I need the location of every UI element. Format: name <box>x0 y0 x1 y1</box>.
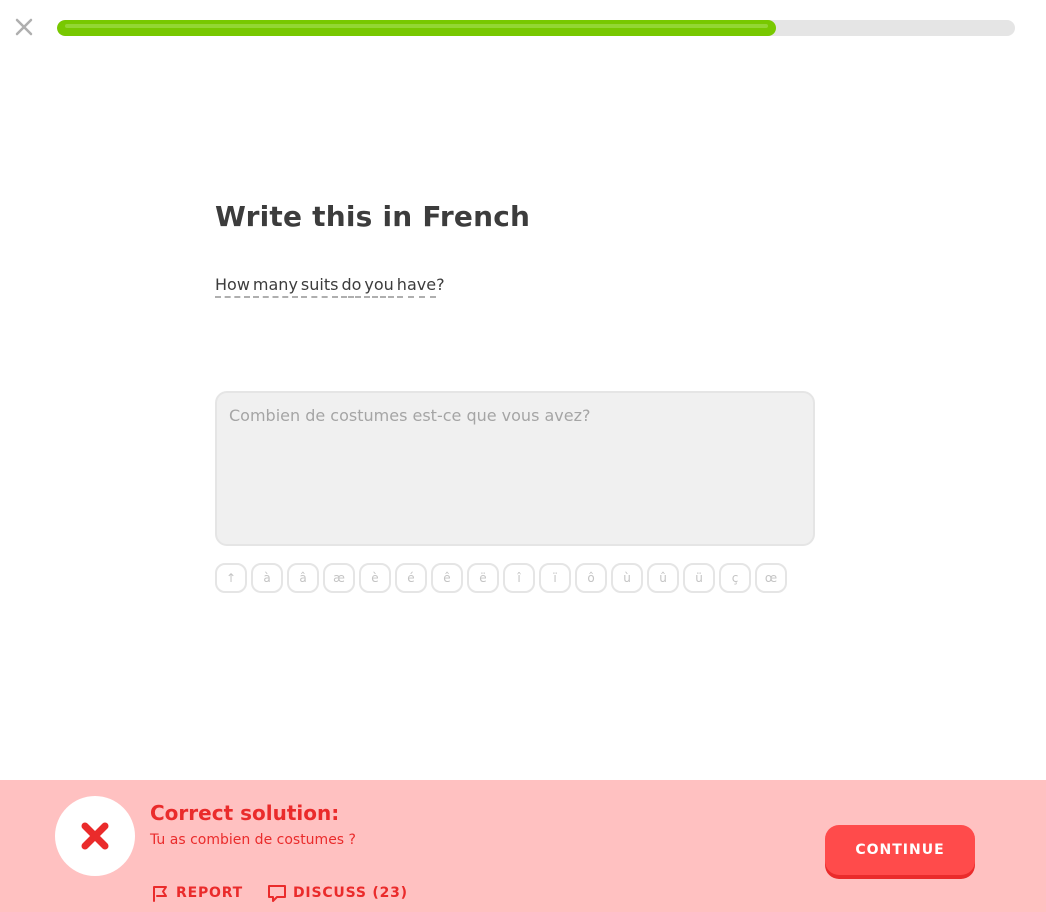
special-char-key[interactable]: æ <box>323 563 355 593</box>
report-label: REPORT <box>176 885 244 901</box>
special-char-key[interactable]: œ <box>755 563 787 593</box>
solution-title: Correct solution: <box>150 801 340 825</box>
prompt-punctuation: ? <box>436 275 445 294</box>
special-char-key[interactable]: ê <box>431 563 463 593</box>
feedback-footer: Correct solution: Tu as combien de costu… <box>0 780 1046 912</box>
special-char-key[interactable]: à <box>251 563 283 593</box>
prompt-word[interactable]: you <box>364 275 394 298</box>
special-char-key[interactable]: ô <box>575 563 607 593</box>
continue-button[interactable]: CONTINUE <box>825 825 975 875</box>
special-char-key[interactable]: ü <box>683 563 715 593</box>
prompt-word[interactable]: many <box>252 275 298 298</box>
comment-icon <box>268 885 287 902</box>
status-badge <box>55 796 135 876</box>
special-characters-keyboard: ↑ à â æ è é ê ë î ï ô ù û ü ç œ <box>215 563 787 593</box>
challenge-title: Write this in French <box>215 200 531 233</box>
special-char-key[interactable]: ï <box>539 563 571 593</box>
special-char-key[interactable]: ù <box>611 563 643 593</box>
report-button[interactable]: REPORT <box>150 883 243 903</box>
progress-highlight <box>65 24 768 28</box>
prompt-sentence: How many suits do you have? <box>215 275 448 298</box>
prompt-word[interactable]: How <box>215 275 250 298</box>
prompt-word[interactable]: have <box>396 275 437 298</box>
special-char-key[interactable]: ç <box>719 563 751 593</box>
special-char-key[interactable]: î <box>503 563 535 593</box>
special-char-key[interactable]: û <box>647 563 679 593</box>
x-icon <box>81 822 109 850</box>
special-char-key[interactable]: é <box>395 563 427 593</box>
special-char-key[interactable]: ë <box>467 563 499 593</box>
special-char-key[interactable]: è <box>359 563 391 593</box>
prompt-word[interactable]: do <box>341 275 362 298</box>
solution-text: Tu as combien de costumes ? <box>150 832 356 848</box>
close-button[interactable] <box>12 15 36 39</box>
shift-key[interactable]: ↑ <box>215 563 247 593</box>
flag-icon <box>153 886 167 902</box>
discuss-label: DISCUSS (23) <box>293 885 408 901</box>
special-char-key[interactable]: â <box>287 563 319 593</box>
discuss-button[interactable]: DISCUSS (23) <box>267 883 408 903</box>
progress-fill <box>57 20 776 36</box>
close-icon <box>15 18 33 36</box>
prompt-word[interactable]: suits <box>300 275 339 298</box>
answer-textarea[interactable]: Combien de costumes est-ce que vous avez… <box>215 391 815 546</box>
progress-bar <box>57 20 1015 36</box>
